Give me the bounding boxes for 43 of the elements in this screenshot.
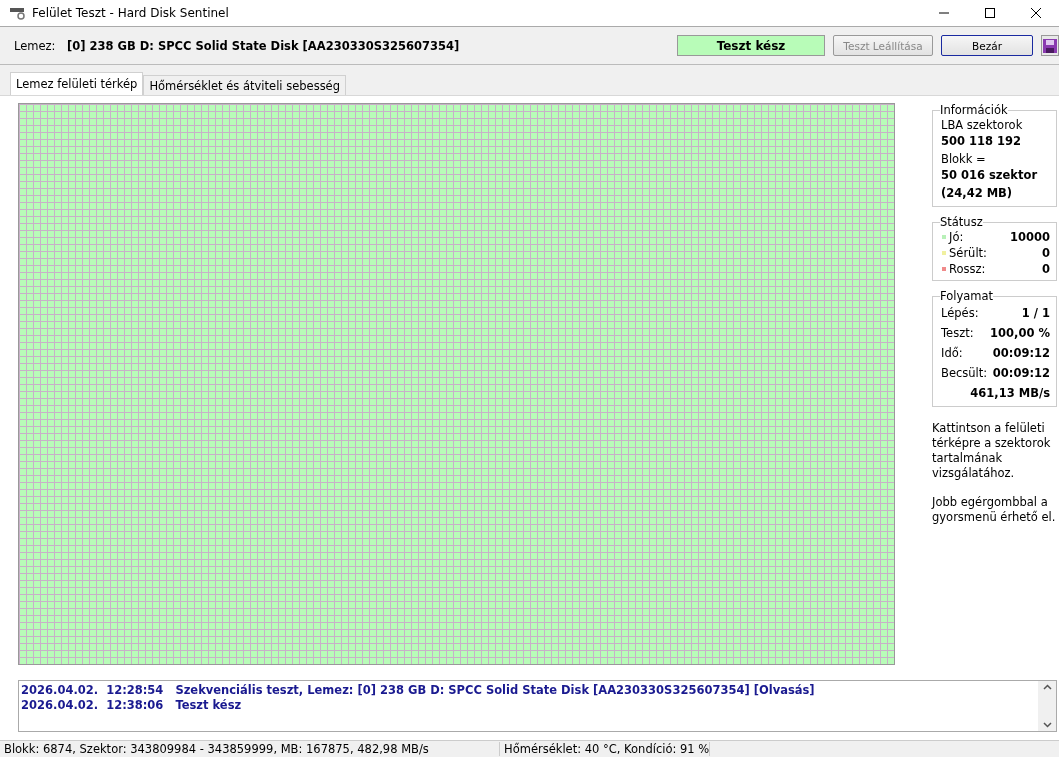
- status-label: Jó:: [949, 230, 964, 244]
- window-title: Felület Teszt - Hard Disk Sentinel: [32, 6, 230, 20]
- progress-label: Teszt:: [941, 326, 974, 340]
- test-status: Teszt kész: [677, 35, 825, 56]
- info-text: LBA szektorok: [941, 117, 1024, 133]
- info-text: 500 118 192: [941, 133, 1023, 149]
- group-title: Státusz: [940, 215, 983, 229]
- maximize-icon: [985, 8, 995, 18]
- log-entry: 2026.04.02. 12:38:06 Teszt kész: [21, 698, 243, 713]
- disk-label: Lemez:: [14, 38, 57, 53]
- tab[interactable]: Hőmérséklet és átviteli sebesség: [143, 75, 346, 95]
- status-bar-text: Blokk: 6874, Szektor: 343809984 - 343859999, MB: 167875, 482,98 MB/s: [0, 742, 500, 756]
- status-label: Rossz:: [949, 262, 986, 276]
- status-count: 0: [1042, 262, 1050, 276]
- progress-value: 100,00 %: [990, 326, 1050, 340]
- help-text: Jobb egérgombbal a gyorsmenü érhető el.: [932, 495, 1057, 525]
- progress-value: 00:09:12: [992, 366, 1050, 380]
- log-entry: 2026.04.02. 12:28:54 Szekvenciális teszt, Lemez: [0] 238 GB D: SPCC Solid State Disk [AA230330S325607354] [Olvasás]: [21, 683, 816, 698]
- progress-value: 00:09:12: [992, 346, 1050, 360]
- progress-label: Idő:: [941, 346, 963, 360]
- info-text: 50 016 szektor: [941, 167, 1039, 183]
- scrollbar[interactable]: [1038, 681, 1056, 731]
- help-text: Kattintson a felületi térképre a szektorok tartalmának vizsgálatához.: [932, 421, 1052, 481]
- close-icon: [1031, 8, 1041, 18]
- disk-app-icon: [10, 6, 26, 20]
- disk-name: [0] 238 GB D: SPCC Solid State Disk [AA230330S325607354]: [67, 38, 461, 53]
- group-title: Információk: [940, 103, 1008, 117]
- tab[interactable]: Lemez felületi térkép: [10, 72, 144, 95]
- progress-label: Lépés:: [941, 306, 979, 320]
- status-count: 10000: [1010, 230, 1050, 244]
- status-bar-text: Hőmérséklet: 40 °C, Kondíció: 91 %: [500, 742, 711, 756]
- progress-label: Becsült:: [941, 366, 988, 380]
- scroll-down-icon[interactable]: [1042, 722, 1052, 728]
- progress-value: 1 / 1: [1021, 306, 1050, 320]
- close-dialog-button[interactable]: Bezár: [941, 35, 1033, 56]
- info-text: (24,42 MB): [941, 185, 1014, 201]
- save-button[interactable]: [1041, 35, 1059, 56]
- status-label: Sérült:: [949, 246, 987, 260]
- speed-value: 461,13 MB/s: [970, 386, 1050, 400]
- info-text: Blokk =: [941, 151, 987, 167]
- status-count: 0: [1042, 246, 1050, 260]
- group-title: Folyamat: [940, 289, 994, 303]
- scroll-up-icon[interactable]: [1042, 684, 1052, 690]
